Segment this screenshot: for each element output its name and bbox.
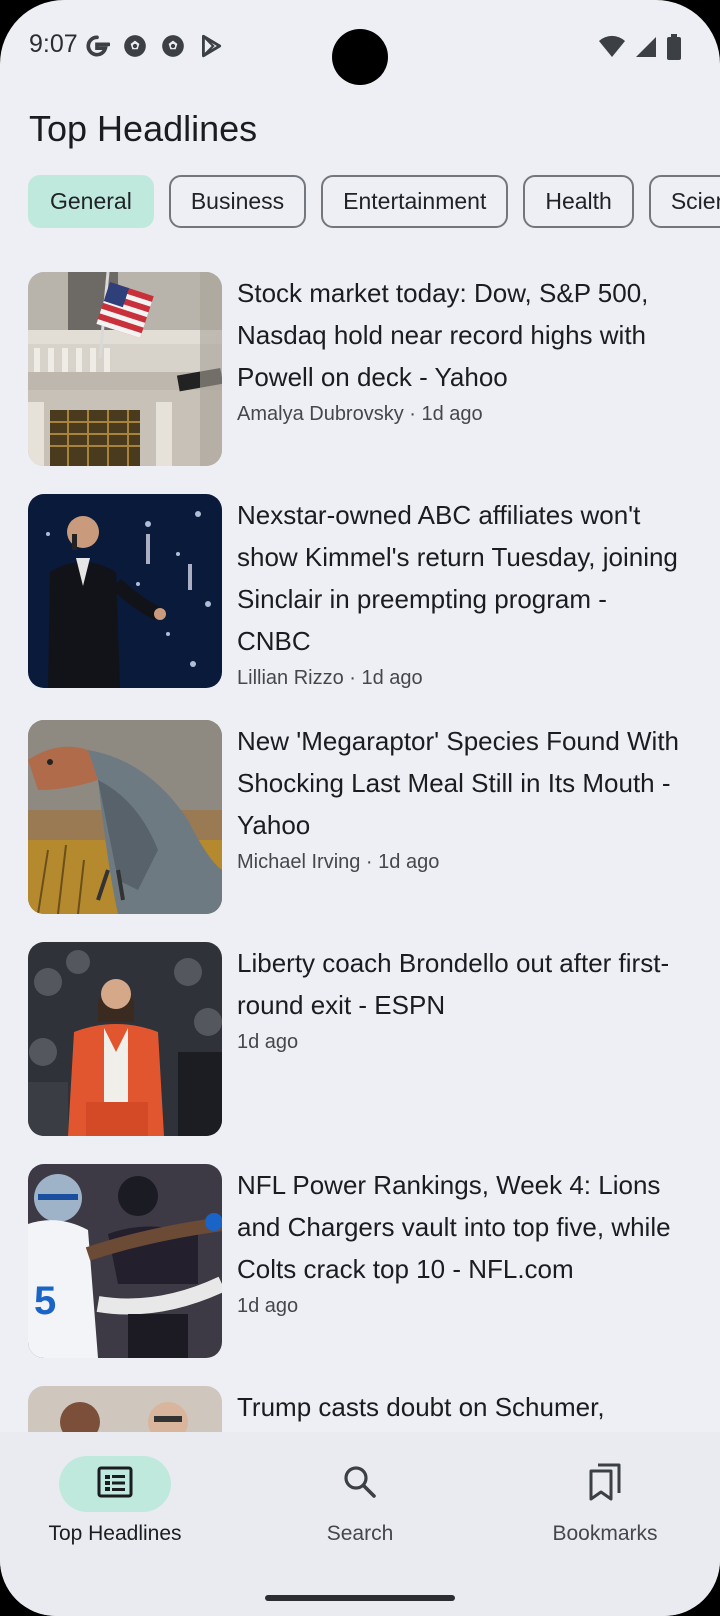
category-chips: General Business Entertainment Health Sc… — [28, 175, 720, 228]
article-meta: 1d ago — [237, 1031, 299, 1053]
article-meta: Lillian Rizzo · 1d ago — [237, 667, 423, 689]
cellular-signal-icon — [634, 35, 658, 64]
article-headline: Nexstar-owned ABC affiliates won't show … — [237, 500, 678, 656]
article-thumbnail — [28, 720, 222, 914]
bottom-navigation: Top Headlines Search Bookmarks — [0, 1432, 720, 1616]
home-indicator[interactable] — [265, 1595, 455, 1601]
article-thumbnail — [28, 494, 222, 688]
nav-bookmarks[interactable]: Bookmarks — [505, 1456, 705, 1546]
camera-cutout — [332, 29, 388, 85]
article-headline: New 'Megaraptor' Species Found With Shoc… — [237, 726, 680, 840]
google-icon — [84, 33, 111, 64]
notification-icons — [84, 33, 224, 64]
battery-icon — [666, 34, 682, 65]
wifi-icon — [598, 35, 626, 64]
article-thumbnail — [28, 942, 222, 1136]
article-card[interactable]: 5 NFL Power Rankings, Week 4: Lions and … — [28, 1164, 698, 1358]
article-meta: Michael Irving · 1d ago — [237, 851, 440, 873]
status-time: 9:07 — [29, 30, 78, 58]
article-text: Nexstar-owned ABC affiliates won't show … — [237, 494, 687, 692]
nav-indicator — [304, 1456, 416, 1512]
newspaper-icon — [97, 1466, 133, 1503]
nav-indicator — [549, 1456, 661, 1512]
article-text: New 'Megaraptor' Species Found With Shoc… — [237, 720, 687, 914]
chip-business[interactable]: Business — [168, 175, 307, 228]
page-title: Top Headlines — [29, 108, 258, 149]
article-meta: 1d ago — [237, 1295, 299, 1317]
nav-top-headlines[interactable]: Top Headlines — [15, 1456, 215, 1546]
article-headline: NFL Power Rankings, Week 4: Lions and Ch… — [237, 1170, 671, 1284]
system-icons — [598, 34, 682, 65]
headline-list: Stock market today: Dow, S&P 500, Nasdaq… — [28, 272, 698, 1608]
article-text: Stock market today: Dow, S&P 500, Nasdaq… — [237, 272, 687, 466]
chip-general[interactable]: General — [28, 175, 154, 228]
article-card[interactable]: Liberty coach Brondello out after first-… — [28, 942, 698, 1136]
nav-label: Search — [326, 1522, 394, 1545]
bookmarks-icon — [588, 1463, 622, 1506]
play-store-icon — [198, 33, 224, 64]
soccer-ball-icon — [122, 33, 148, 64]
article-thumbnail — [28, 272, 222, 466]
svg-text:5: 5 — [34, 1279, 56, 1323]
search-icon — [343, 1465, 377, 1504]
article-card[interactable]: New 'Megaraptor' Species Found With Shoc… — [28, 720, 698, 914]
chip-entertainment[interactable]: Entertainment — [321, 175, 509, 228]
chip-science[interactable]: Science — [648, 175, 720, 228]
article-card[interactable]: Stock market today: Dow, S&P 500, Nasdaq… — [28, 272, 698, 466]
nav-label: Top Headlines — [48, 1522, 182, 1545]
nav-indicator — [59, 1456, 171, 1512]
nav-label: Bookmarks — [552, 1522, 658, 1545]
article-card[interactable]: Nexstar-owned ABC affiliates won't show … — [28, 494, 698, 692]
article-headline: Liberty coach Brondello out after first-… — [237, 948, 670, 1020]
app-screen: 9:07 Top Headlines General Business Ente… — [0, 0, 720, 1616]
article-text: Liberty coach Brondello out after first-… — [237, 942, 687, 1136]
article-text: NFL Power Rankings, Week 4: Lions and Ch… — [237, 1164, 687, 1358]
article-meta: Amalya Dubrovsky · 1d ago — [237, 403, 483, 425]
status-bar: 9:07 — [0, 0, 720, 96]
nav-search[interactable]: Search — [260, 1456, 460, 1546]
article-headline: Trump casts doubt on Schumer, — [237, 1392, 605, 1422]
article-headline: Stock market today: Dow, S&P 500, Nasdaq… — [237, 278, 649, 392]
article-thumbnail: 5 — [28, 1164, 222, 1358]
chip-health[interactable]: Health — [523, 175, 634, 228]
soccer-ball-icon — [160, 33, 186, 64]
